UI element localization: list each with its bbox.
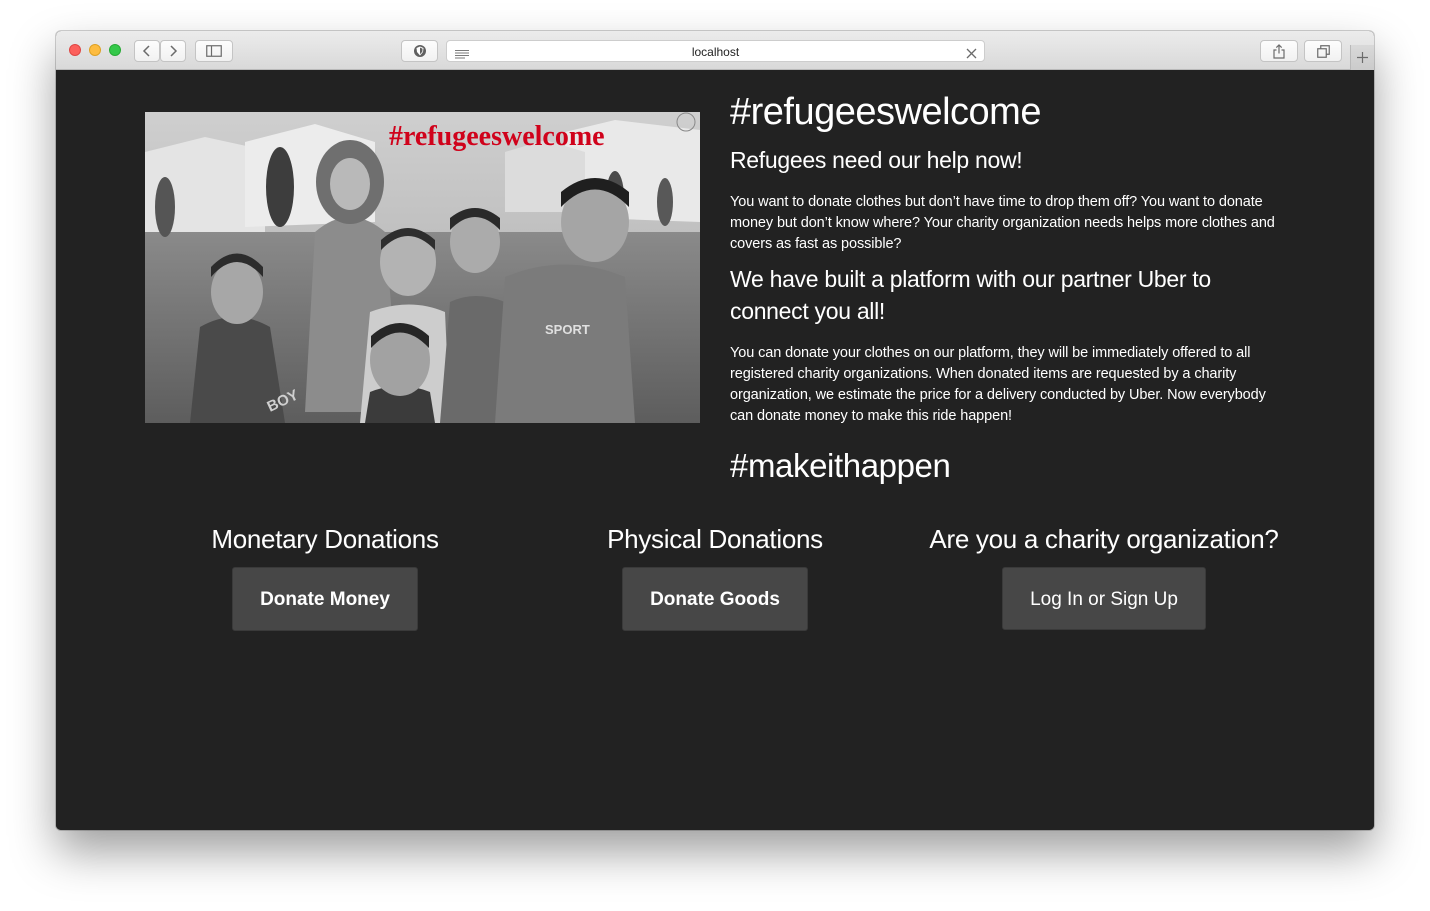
refugee-children-photo: SPORT BOY #refugeeswelcome xyxy=(145,112,700,423)
sport-shirt-text: SPORT xyxy=(545,322,590,337)
close-icon[interactable] xyxy=(966,46,977,64)
monetary-donations-section: Monetary Donations Donate Money xyxy=(205,523,445,631)
physical-donations-title: Physical Donations xyxy=(607,524,823,554)
new-tab-button[interactable] xyxy=(1350,45,1374,70)
address-bar[interactable]: localhost xyxy=(446,40,985,62)
minimize-window-button[interactable] xyxy=(89,44,101,56)
zoom-window-button[interactable] xyxy=(109,44,121,56)
close-window-button[interactable] xyxy=(69,44,81,56)
browser-window: localhost SPORT BOY #refugeeswelcome #re… xyxy=(56,31,1374,830)
tabs-overview-button[interactable] xyxy=(1304,40,1342,62)
shield-icon xyxy=(413,45,426,57)
platform-paragraph: You can donate your clothes on our platf… xyxy=(730,345,1266,424)
back-button[interactable] xyxy=(134,40,160,62)
intro-section: #refugeeswelcome Refugees need our help … xyxy=(730,90,1290,486)
donate-goods-button[interactable]: Donate Goods xyxy=(622,567,808,631)
url-text: localhost xyxy=(691,45,740,59)
sidebar-toggle-button[interactable] xyxy=(195,40,233,62)
login-signup-button[interactable]: Log In or Sign Up xyxy=(1002,567,1206,630)
page-title: #refugeeswelcome xyxy=(730,91,1041,133)
physical-donations-section: Physical Donations Donate Goods xyxy=(595,523,835,631)
chevron-left-icon xyxy=(142,45,150,57)
sidebar-icon xyxy=(206,45,222,57)
charity-organization-section: Are you a charity organization? Log In o… xyxy=(914,523,1294,630)
plus-icon xyxy=(1357,52,1368,63)
monetary-donations-title: Monetary Donations xyxy=(211,524,439,554)
intro-paragraph: You want to donate clothes but don’t hav… xyxy=(730,194,1275,252)
share-icon xyxy=(1273,43,1285,59)
platform-heading: We have built a platform with our partne… xyxy=(730,266,1211,324)
page-subtitle: Refugees need our help now! xyxy=(730,147,1023,173)
browser-toolbar: localhost xyxy=(56,31,1374,70)
privacy-button[interactable] xyxy=(401,40,438,62)
donate-money-button[interactable]: Donate Money xyxy=(232,567,418,631)
chevron-right-icon xyxy=(170,45,178,57)
share-button[interactable] xyxy=(1260,40,1298,62)
image-overlay-hashtag: #refugeeswelcome xyxy=(389,121,605,152)
tabs-icon xyxy=(1316,44,1330,58)
page-content: SPORT BOY #refugeeswelcome #refugeeswelc… xyxy=(56,70,1374,830)
makeithappen-hashtag: #makeithappen xyxy=(730,447,951,484)
forward-button[interactable] xyxy=(160,40,186,62)
charity-organization-title: Are you a charity organization? xyxy=(929,524,1279,554)
